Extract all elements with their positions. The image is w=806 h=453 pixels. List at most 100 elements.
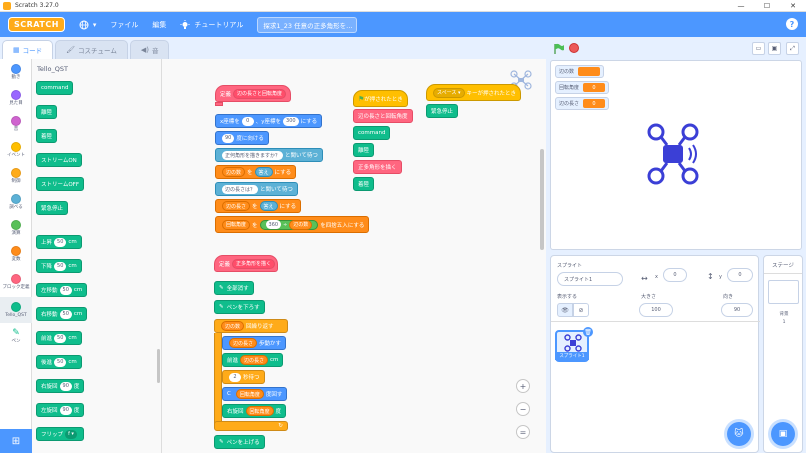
turn-block[interactable]: C 回転角度 度回す — [222, 387, 288, 401]
define-block-polygon[interactable]: 定義 正多角形を描く — [214, 255, 278, 272]
palette-scrollbar[interactable] — [157, 349, 160, 383]
palette-block-right[interactable]: 右移動 50 cm — [36, 307, 88, 321]
palette-block-stream-off[interactable]: ストリームOFF — [36, 177, 84, 191]
zoom-in-button[interactable]: + — [516, 379, 530, 393]
repeat-block[interactable]: 辺の数 回繰り返す — [214, 319, 288, 333]
palette-block-left[interactable]: 左移動 50 cm — [36, 283, 88, 297]
zoom-out-button[interactable]: − — [516, 402, 530, 416]
define-block-side-angle[interactable]: 定義 辺の長さと回転角度 — [215, 85, 291, 102]
delete-sprite-button[interactable]: 🗑 — [583, 327, 593, 337]
command-block[interactable]: command — [353, 126, 391, 140]
pen-up-block[interactable]: ✎ ペンを上げる — [214, 435, 265, 449]
sprite-y-input[interactable]: 0 — [727, 268, 753, 282]
palette-block-up[interactable]: 上昇 50 cm — [36, 235, 82, 249]
palette-block-flip[interactable]: フリップ f ▾ — [36, 427, 85, 441]
category-sensing[interactable]: 調べる — [0, 189, 32, 215]
ask-sides-block[interactable]: 正何角形を描きますか？ と聞いて待つ — [215, 148, 323, 162]
palette-block-command[interactable]: command — [36, 81, 74, 95]
add-sprite-button[interactable]: 🐱 — [727, 422, 751, 446]
goto-xy-block[interactable]: x座標を 0 、y座標を 300 にする — [215, 114, 323, 128]
pen-icon: ✎ — [219, 304, 224, 310]
palette-block-land[interactable]: 着陸 — [36, 129, 58, 143]
app-icon — [3, 1, 11, 10]
sprite-name-input[interactable]: スプライト1 — [557, 272, 623, 286]
large-stage-button[interactable]: ▣ — [768, 42, 781, 55]
scratch-logo[interactable]: SCRATCH — [8, 17, 65, 32]
lightbulb-icon — [180, 19, 190, 30]
green-flag-button[interactable] — [553, 43, 565, 55]
monitor-sides[interactable]: 辺の数 — [555, 65, 605, 78]
tab-costumes[interactable]: 🖌 コスチューム — [55, 40, 128, 59]
stop-button[interactable] — [569, 43, 579, 53]
palette-block-ccw[interactable]: 左旋回 90 度 — [36, 403, 85, 417]
category-sound[interactable]: 音 — [0, 111, 32, 137]
help-icon[interactable]: ? — [786, 18, 798, 30]
script-area[interactable]: 定義 辺の長さと回転角度 x座標を 0 、y座標を 300 にする 90 度に向ける 正何… — [162, 59, 546, 453]
tab-sounds[interactable]: ◀) 音 — [129, 40, 170, 59]
rotate-cw-block[interactable]: 右旋回 回転角度度 — [222, 404, 287, 418]
category-operators[interactable]: 演算 — [0, 215, 32, 241]
when-flag-clicked-block[interactable]: ⚑ が押されたとき — [353, 90, 408, 107]
land-block[interactable]: 着陸 — [353, 177, 375, 191]
wait-block[interactable]: 2 秒待つ — [222, 370, 265, 384]
set-angle-block[interactable]: 回転角度を 360 ÷ 辺の数 を四捨五入 にする — [215, 216, 370, 233]
palette-block-stream-on[interactable]: ストリームON — [36, 153, 82, 167]
emergency-stop-block[interactable]: 緊急停止 — [426, 104, 459, 118]
small-stage-button[interactable]: ▭ — [752, 42, 765, 55]
sprite-x-input[interactable]: 0 — [663, 268, 687, 282]
call-polygon-block[interactable]: 正多角形を描く — [353, 160, 402, 174]
stage[interactable]: 辺の数 回転角度 0 辺の長さ 0 — [550, 60, 802, 250]
file-menu[interactable]: ファイル — [110, 20, 138, 30]
palette-title: Tello_QST — [37, 65, 68, 73]
palette-block-down[interactable]: 下降 50 cm — [36, 259, 82, 273]
call-side-angle-block[interactable]: 辺の長さと回転角度 — [353, 109, 413, 123]
maximize-button[interactable]: ☐ — [754, 0, 780, 12]
language-menu[interactable]: ▾ — [79, 20, 96, 30]
set-length-block[interactable]: 辺の長さを答え にする — [215, 199, 302, 213]
palette-block-forward[interactable]: 前進 50 cm — [36, 331, 82, 345]
monitor-length[interactable]: 辺の長さ 0 — [555, 97, 610, 110]
category-variables[interactable]: 変数 — [0, 241, 32, 267]
category-motion[interactable]: 動き — [0, 59, 32, 85]
edit-menu[interactable]: 編集 — [152, 20, 166, 30]
takeoff-block[interactable]: 離陸 — [353, 143, 375, 157]
category-looks[interactable]: 見た目 — [0, 85, 32, 111]
move-steps-block[interactable]: 辺の長さ 歩動かす — [222, 336, 287, 350]
palette-block-emergency[interactable]: 緊急停止 — [36, 201, 69, 215]
close-button[interactable]: ✕ — [780, 0, 806, 12]
pen-down-block[interactable]: ✎ ペンを下ろす — [214, 300, 265, 314]
add-extension-button[interactable]: ⊞ — [0, 429, 32, 453]
sprite-size-input[interactable]: 100 — [639, 303, 673, 317]
point-direction-block[interactable]: 90 度に向ける — [215, 131, 269, 145]
show-sprite-button[interactable]: 👁 — [557, 303, 573, 317]
tab-code[interactable]: ▦ コード — [2, 40, 54, 59]
category-pen[interactable]: ✎ ペン — [0, 323, 32, 349]
pen-clear-block[interactable]: ✎ 全部消す — [214, 281, 254, 295]
when-key-pressed-block[interactable]: スペース ▾ キーが押されたとき — [426, 84, 522, 101]
fullscreen-button[interactable]: ⤢ — [786, 42, 799, 55]
brush-icon: 🖌 — [66, 46, 76, 54]
category-control[interactable]: 制御 — [0, 163, 32, 189]
ask-length-block[interactable]: 辺の長さは？ と聞いて待つ — [215, 182, 298, 196]
category-my-blocks[interactable]: ブロック定義 — [0, 267, 32, 297]
hide-sprite-button[interactable]: ⊘ — [573, 303, 589, 317]
add-backdrop-button[interactable]: ▣ — [771, 422, 795, 446]
palette-block-takeoff[interactable]: 離陸 — [36, 105, 58, 119]
project-title-input[interactable]: 探求1_23 任意の正多角形を… — [257, 16, 358, 33]
palette-block-back[interactable]: 後進 50 cm — [36, 355, 82, 369]
stage-thumbnail[interactable] — [768, 280, 799, 304]
tutorials-menu[interactable]: チュートリアル — [180, 19, 243, 30]
sprite-direction-input[interactable]: 90 — [721, 303, 753, 317]
category-tello[interactable]: Tello_QST — [0, 297, 32, 323]
stage-selector-pane[interactable]: ステージ 背景 1 ▣ — [763, 255, 803, 453]
zoom-reset-button[interactable]: = — [516, 425, 530, 439]
drone-sprite[interactable] — [647, 123, 703, 185]
set-sides-block[interactable]: 辺の数を答え にする — [215, 165, 297, 179]
monitor-angle[interactable]: 回転角度 0 — [555, 81, 610, 94]
palette-block-cw[interactable]: 右旋回 90 度 — [36, 379, 85, 393]
category-events[interactable]: イベント — [0, 137, 32, 163]
forward-block[interactable]: 前進 辺の長さ cm — [222, 353, 284, 367]
script-scrollbar[interactable] — [540, 149, 544, 250]
minimize-button[interactable]: — — [728, 0, 754, 12]
repeat-block-end: ↻ — [214, 421, 288, 431]
